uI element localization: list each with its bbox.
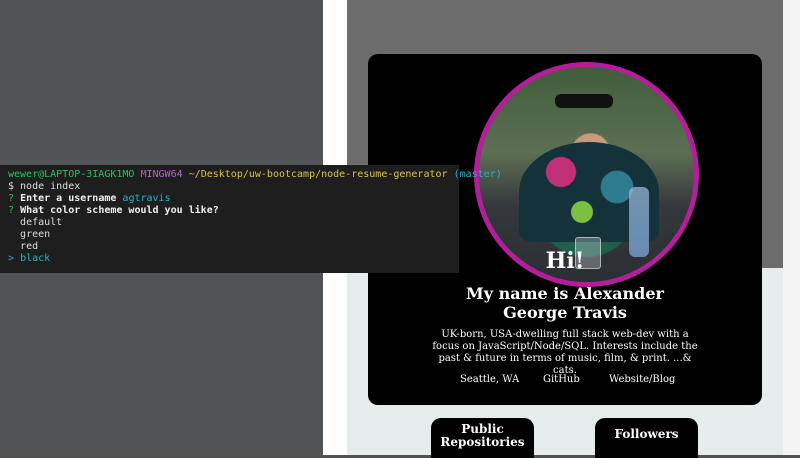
- avatar-sunglasses: [555, 94, 613, 108]
- terminal-command-line: $ node index: [8, 181, 81, 192]
- option-green[interactable]: green: [8, 229, 451, 241]
- question-mark: ?: [8, 193, 15, 204]
- terminal-window[interactable]: wewer@LAPTOP-3IAGK1MO MINGW64 ~/Desktop/…: [0, 165, 502, 273]
- prompt-user: wewer@LAPTOP-3IAGK1MO: [8, 169, 135, 180]
- public-repositories-label: Public Repositories: [440, 422, 525, 449]
- question-mark: ?: [8, 205, 15, 216]
- github-link[interactable]: GitHub: [543, 374, 580, 385]
- option-default[interactable]: default: [8, 217, 451, 229]
- profile-name: My name is Alexander George Travis: [466, 284, 664, 322]
- option-black-selected[interactable]: > black: [8, 253, 451, 265]
- avatar-bottle: [629, 187, 649, 257]
- followers-label: Followers: [614, 427, 679, 441]
- profile-bio: UK-born, USA-dwelling full stack web-dev…: [432, 329, 698, 376]
- prompt-branch: (master): [453, 169, 502, 180]
- question-text: What color scheme would you like?: [20, 205, 219, 216]
- prompt-path: ~/Desktop/uw-bootcamp/node-resume-genera…: [188, 169, 448, 180]
- location-link[interactable]: Seattle, WA: [460, 374, 519, 385]
- option-red[interactable]: red: [8, 241, 451, 253]
- terminal-question-username: ? Enter a username agtravis: [8, 193, 451, 205]
- terminal-prompt-line: wewer@LAPTOP-3IAGK1MO MINGW64 ~/Desktop/…: [8, 169, 502, 181]
- public-repositories-card: Public Repositories: [431, 418, 534, 458]
- selection-pointer-icon: >: [8, 253, 15, 264]
- username-answer: agtravis: [122, 193, 171, 204]
- scrollbar-track[interactable]: [783, 0, 800, 455]
- prompt-shell: MINGW64: [140, 169, 183, 180]
- website-link[interactable]: Website/Blog: [609, 374, 675, 385]
- terminal-question-color: ? What color scheme would you like?: [8, 205, 451, 217]
- question-text: Enter a username: [20, 193, 117, 204]
- followers-card: Followers: [595, 418, 698, 458]
